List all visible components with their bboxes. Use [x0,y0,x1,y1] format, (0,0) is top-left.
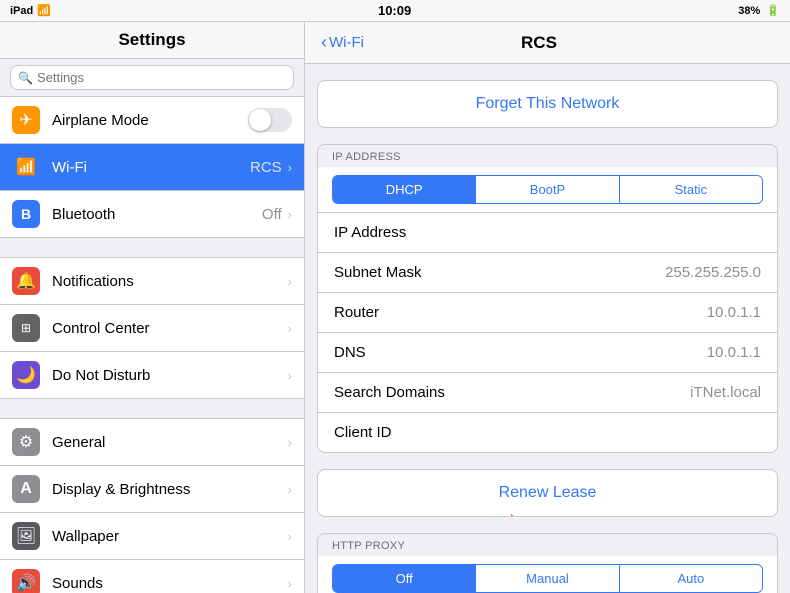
proxy-manual-tab[interactable]: Manual [475,565,618,592]
bluetooth-icon: B [12,200,40,228]
control-center-arrow: › [288,321,292,336]
renew-lease-label: Renew Lease [499,484,597,501]
sidebar-item-display[interactable]: A Display & Brightness › [0,466,304,513]
search-domains-row: Search Domains iTNet.local [318,372,777,412]
bluetooth-arrow: › [288,207,292,222]
search-icon: 🔍 [18,71,33,85]
notifications-label: Notifications [52,273,282,290]
bootp-tab[interactable]: BootP [475,176,618,203]
ip-address-section: IP ADDRESS DHCP BootP Static IP Address … [317,144,778,453]
client-id-row: Client ID [318,412,777,452]
dhcp-tab[interactable]: DHCP [333,176,475,203]
bluetooth-value: Off [262,206,282,223]
airplane-mode-label: Airplane Mode [52,112,248,129]
dns-label: DNS [334,344,707,361]
sidebar-title: Settings [0,22,304,59]
wifi-icon: 📶 [37,4,51,17]
control-center-icon: ⊞ [12,314,40,342]
ip-segment-control[interactable]: DHCP BootP Static [332,175,763,204]
search-domains-value: iTNet.local [690,384,761,401]
sidebar-item-notifications[interactable]: 🔔 Notifications › [0,258,304,305]
sounds-arrow: › [288,576,292,591]
content-scroll[interactable]: Forget This Network IP ADDRESS DHCP Boot… [305,64,790,593]
subnet-mask-row: Subnet Mask 255.255.255.0 [318,252,777,292]
subnet-mask-label: Subnet Mask [334,264,665,281]
sidebar-item-control-center[interactable]: ⊞ Control Center › [0,305,304,352]
airplane-mode-toggle[interactable] [248,108,292,132]
arrow-cursor-icon [503,506,543,517]
sidebar-item-wifi[interactable]: 📶 Wi-Fi RCS › [0,144,304,191]
sidebar-item-wallpaper[interactable]: 🖼 Wallpaper › [0,513,304,560]
http-proxy-header: HTTP PROXY [318,534,777,556]
sidebar-search-container: 🔍 [0,59,304,97]
wifi-icon: 📶 [12,153,40,181]
nav-title: RCS [364,33,714,53]
ip-address-label: IP Address [334,224,761,241]
http-proxy-section: HTTP PROXY Off Manual Auto [317,533,778,593]
ipad-label: iPad [10,5,33,17]
sounds-icon: 🔊 [12,569,40,593]
display-label: Display & Brightness [52,481,282,498]
subnet-mask-value: 255.255.255.0 [665,264,761,281]
wifi-label: Wi-Fi [52,159,250,176]
airplane-mode-icon: ✈ [12,106,40,134]
static-tab[interactable]: Static [619,176,762,203]
wallpaper-label: Wallpaper [52,528,282,545]
dns-row: DNS 10.0.1.1 [318,332,777,372]
display-arrow: › [288,482,292,497]
wifi-arrow: › [288,160,292,175]
sidebar-list: ✈ Airplane Mode 📶 Wi-Fi RCS › B Bluetoot… [0,97,304,593]
battery-icon: 🔋 [766,4,780,17]
sidebar-divider-1 [0,238,304,258]
search-domains-label: Search Domains [334,384,690,401]
bluetooth-label: Bluetooth [52,206,262,223]
forget-network-button[interactable]: Forget This Network [318,81,777,127]
sidebar-item-airplane-mode[interactable]: ✈ Airplane Mode [0,97,304,144]
forget-network-section: Forget This Network [317,80,778,128]
proxy-auto-tab[interactable]: Auto [619,565,762,592]
router-value: 10.0.1.1 [707,304,761,321]
nav-back-button[interactable]: ‹ Wi-Fi [321,32,364,53]
status-bar: iPad 📶 10:09 38% 🔋 [0,0,790,22]
sidebar-item-do-not-disturb[interactable]: 🌙 Do Not Disturb › [0,352,304,399]
renew-lease-section: Renew Lease [317,469,778,517]
general-label: General [52,434,282,451]
proxy-off-tab[interactable]: Off [333,565,475,592]
sidebar: Settings 🔍 ✈ Airplane Mode 📶 Wi-Fi RCS › [0,22,305,593]
back-chevron-icon: ‹ [321,32,327,53]
status-time: 10:09 [378,3,411,18]
notifications-icon: 🔔 [12,267,40,295]
control-center-label: Control Center [52,320,282,337]
wallpaper-icon: 🖼 [12,522,40,550]
status-right: 38% 🔋 [738,4,780,17]
general-icon: ⚙ [12,428,40,456]
proxy-segment-control[interactable]: Off Manual Auto [332,564,763,593]
wifi-value: RCS [250,159,282,176]
renew-lease-button[interactable]: Renew Lease [318,470,777,516]
notifications-arrow: › [288,274,292,289]
nav-back-label: Wi-Fi [329,34,364,51]
wallpaper-arrow: › [288,529,292,544]
do-not-disturb-icon: 🌙 [12,361,40,389]
sounds-label: Sounds [52,575,282,592]
do-not-disturb-label: Do Not Disturb [52,367,282,384]
sidebar-divider-2 [0,399,304,419]
router-row: Router 10.0.1.1 [318,292,777,332]
general-arrow: › [288,435,292,450]
sidebar-item-general[interactable]: ⚙ General › [0,419,304,466]
battery-label: 38% [738,5,760,17]
dns-value: 10.0.1.1 [707,344,761,361]
sidebar-item-bluetooth[interactable]: B Bluetooth Off › [0,191,304,238]
nav-bar: ‹ Wi-Fi RCS [305,22,790,64]
display-icon: A [12,475,40,503]
search-input[interactable] [10,65,294,90]
content-area: ‹ Wi-Fi RCS Forget This Network IP ADDRE… [305,22,790,593]
do-not-disturb-arrow: › [288,368,292,383]
ip-address-header: IP ADDRESS [318,145,777,167]
client-id-label: Client ID [334,424,761,441]
sidebar-item-sounds[interactable]: 🔊 Sounds › [0,560,304,593]
ip-address-row: IP Address [318,212,777,252]
router-label: Router [334,304,707,321]
status-left: iPad 📶 [10,4,51,17]
